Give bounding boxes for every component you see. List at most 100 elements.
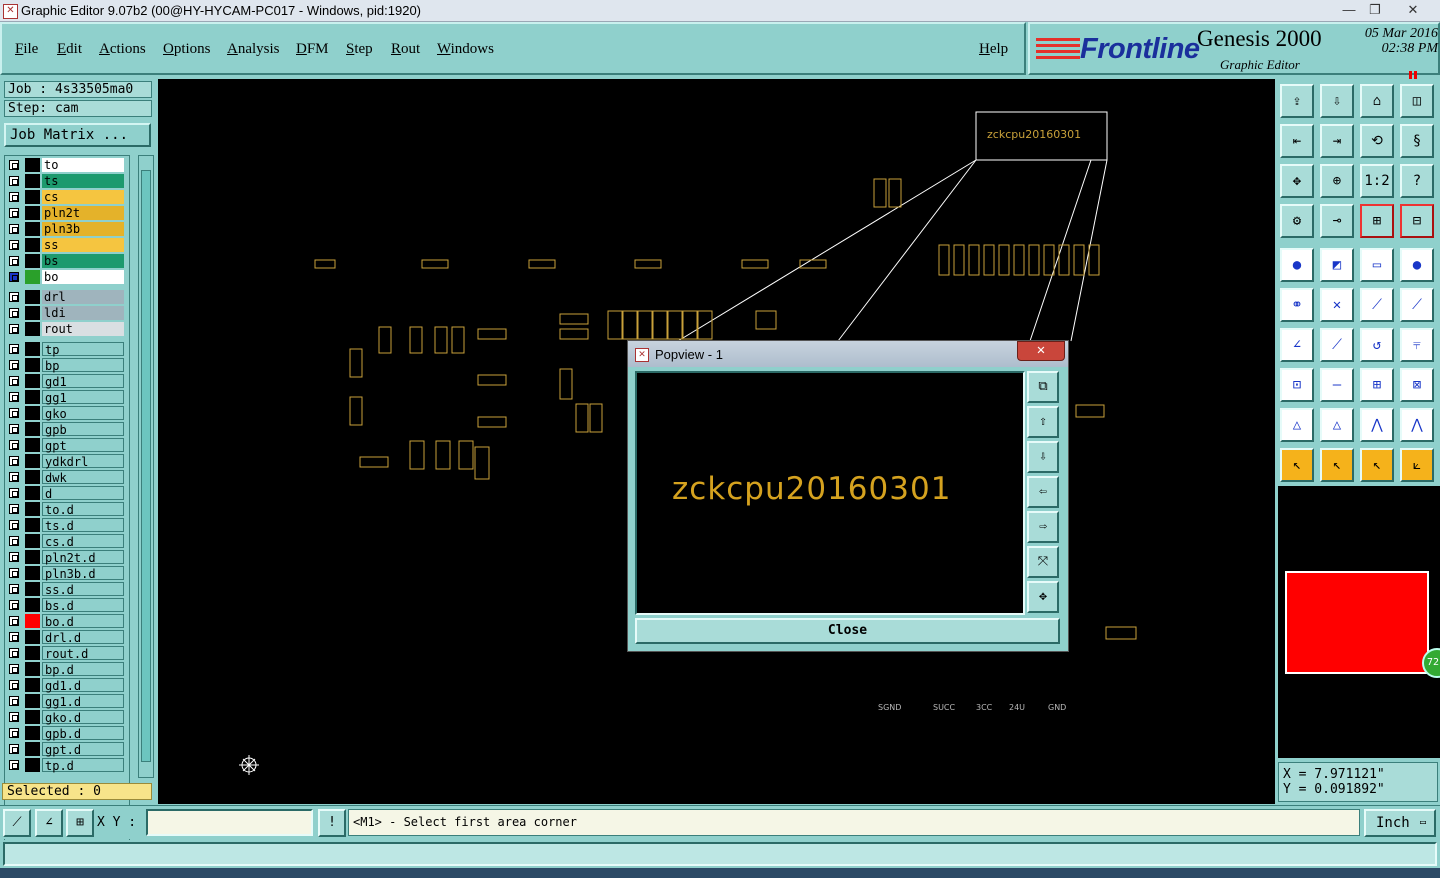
layer-row-bo[interactable]: bo	[7, 270, 127, 284]
layer-color-swatch[interactable]	[25, 306, 40, 320]
layer-color-swatch[interactable]	[25, 454, 40, 468]
menu-analysis[interactable]: Analysis	[227, 41, 280, 58]
measure-icon[interactable]: ⚙	[1280, 204, 1314, 238]
edit-line-icon[interactable]: ⟋	[1320, 328, 1354, 362]
layer-name[interactable]: pln3b	[42, 222, 124, 236]
layer-row-rout-d[interactable]: rout.d	[7, 646, 127, 661]
layer-row-ldi[interactable]: ldi	[7, 306, 127, 320]
layer-color-swatch[interactable]	[25, 222, 40, 236]
layer-row-to-d[interactable]: to.d	[7, 502, 127, 517]
overview-viewport[interactable]	[1285, 571, 1429, 674]
layer-name[interactable]: ss.d	[42, 582, 124, 597]
layer-name[interactable]: gg1	[42, 390, 124, 405]
layer-name[interactable]: gko	[42, 406, 124, 421]
layer-name[interactable]: bo.d	[42, 614, 124, 629]
layer-name[interactable]: cs	[42, 190, 124, 204]
layer-color-swatch[interactable]	[25, 158, 40, 172]
layer-color-swatch[interactable]	[25, 662, 40, 676]
import-icon[interactable]: ⇤	[1280, 124, 1314, 158]
layer-row-ts-d[interactable]: ts.d	[7, 518, 127, 533]
popview-close-button[interactable]: Close	[635, 618, 1060, 644]
layer-color-swatch[interactable]	[25, 518, 40, 532]
cut-icon[interactable]: —	[1320, 368, 1354, 402]
xy-input[interactable]	[146, 809, 313, 836]
layer-scrollbar[interactable]	[138, 155, 154, 778]
layer-checkbox[interactable]	[9, 552, 19, 562]
layer-row-bs[interactable]: bs	[7, 254, 127, 268]
layer-row-gd1-d[interactable]: gd1.d	[7, 678, 127, 693]
menu-actions[interactable]: Actions	[99, 41, 146, 58]
layer-color-swatch[interactable]	[25, 646, 40, 660]
layer-checkbox[interactable]	[9, 408, 19, 418]
route-icon[interactable]: ⟀	[1400, 448, 1434, 482]
filter-icon[interactable]: ⊟	[1400, 204, 1434, 238]
layer-checkbox[interactable]	[9, 568, 19, 578]
layer-row-pln3b-d[interactable]: pln3b.d	[7, 566, 127, 581]
layer-color-swatch[interactable]	[25, 486, 40, 500]
export-icon[interactable]: ⇥	[1320, 124, 1354, 158]
layer-color-swatch[interactable]	[25, 582, 40, 596]
layer-checkbox[interactable]	[9, 504, 19, 514]
layer-color-swatch[interactable]	[25, 206, 40, 220]
layer-color-swatch[interactable]	[25, 470, 40, 484]
rotate-icon[interactable]: ⟲	[1360, 124, 1394, 158]
menu-file[interactable]: File	[15, 41, 38, 58]
layer-checkbox[interactable]	[9, 272, 19, 282]
layer-color-swatch[interactable]	[25, 342, 40, 356]
layer-row-gg1[interactable]: gg1	[7, 390, 127, 405]
layer-color-swatch[interactable]	[25, 694, 40, 708]
layer-checkbox[interactable]	[9, 392, 19, 402]
layer-name[interactable]: pln2t	[42, 206, 124, 220]
copy-icon[interactable]: ⊠	[1400, 368, 1434, 402]
layer-name[interactable]: ydkdrl	[42, 454, 124, 469]
fit-icon[interactable]: ⧉	[1027, 371, 1059, 403]
layer-checkbox[interactable]	[9, 344, 19, 354]
layer-name[interactable]: drl	[42, 290, 124, 304]
layer-color-swatch[interactable]	[25, 270, 40, 284]
job-matrix-button[interactable]: Job Matrix ...	[4, 123, 151, 147]
layer-name[interactable]: tp	[42, 342, 124, 357]
layer-row-ss-d[interactable]: ss.d	[7, 582, 127, 597]
layer-row-pln2t-d[interactable]: pln2t.d	[7, 550, 127, 565]
layer-name[interactable]: bo	[42, 270, 124, 284]
layer-name[interactable]: bp	[42, 358, 124, 373]
help-icon[interactable]: ?	[1400, 164, 1434, 198]
layer-name[interactable]: pln2t.d	[42, 550, 124, 565]
snap-angle-icon[interactable]: ∠	[35, 809, 63, 837]
layer-row-gd1[interactable]: gd1	[7, 374, 127, 389]
layer-checkbox[interactable]	[9, 600, 19, 610]
layer-color-swatch[interactable]	[25, 710, 40, 724]
layer-name[interactable]: gpb	[42, 422, 124, 437]
layer-color-swatch[interactable]	[25, 502, 40, 516]
pan-down-icon[interactable]: ⇩	[1027, 441, 1059, 473]
split-icon[interactable]: ⫧	[1400, 328, 1434, 362]
layer-row-gg1-d[interactable]: gg1.d	[7, 694, 127, 709]
layer-name[interactable]: ts	[42, 174, 124, 188]
layer-checkbox[interactable]	[9, 308, 19, 318]
layer-checkbox[interactable]	[9, 324, 19, 334]
scrollbar-thumb[interactable]	[141, 170, 151, 762]
layer-name[interactable]: gpb.d	[42, 726, 124, 741]
step-icon[interactable]: §	[1400, 124, 1434, 158]
layer-color-swatch[interactable]	[25, 238, 40, 252]
snap-icon[interactable]: ⟋	[3, 809, 31, 837]
layer-row-gko[interactable]: gko	[7, 406, 127, 421]
layer-row-bs-d[interactable]: bs.d	[7, 598, 127, 613]
layer-checkbox[interactable]	[9, 424, 19, 434]
pan-right-icon[interactable]: ⇨	[1027, 511, 1059, 543]
layer-name[interactable]: pln3b.d	[42, 566, 124, 581]
layer-checkbox[interactable]	[9, 536, 19, 546]
layer-name[interactable]: gko.d	[42, 710, 124, 725]
home-icon[interactable]: ⌂	[1360, 84, 1394, 118]
layer-checkbox[interactable]	[9, 648, 19, 658]
scale-1-2-icon[interactable]: 1:2	[1360, 164, 1394, 198]
menu-step[interactable]: Step	[346, 41, 373, 58]
layer-checkbox[interactable]	[9, 224, 19, 234]
layer-checkbox[interactable]	[9, 240, 19, 250]
minimize-icon[interactable]: —	[1338, 1, 1360, 19]
alert-icon[interactable]: !	[318, 809, 346, 837]
angle-icon[interactable]: ∠	[1280, 328, 1314, 362]
layer-checkbox[interactable]	[9, 440, 19, 450]
arc-icon[interactable]: ↺	[1360, 328, 1394, 362]
layer-row-bp[interactable]: bp	[7, 358, 127, 373]
